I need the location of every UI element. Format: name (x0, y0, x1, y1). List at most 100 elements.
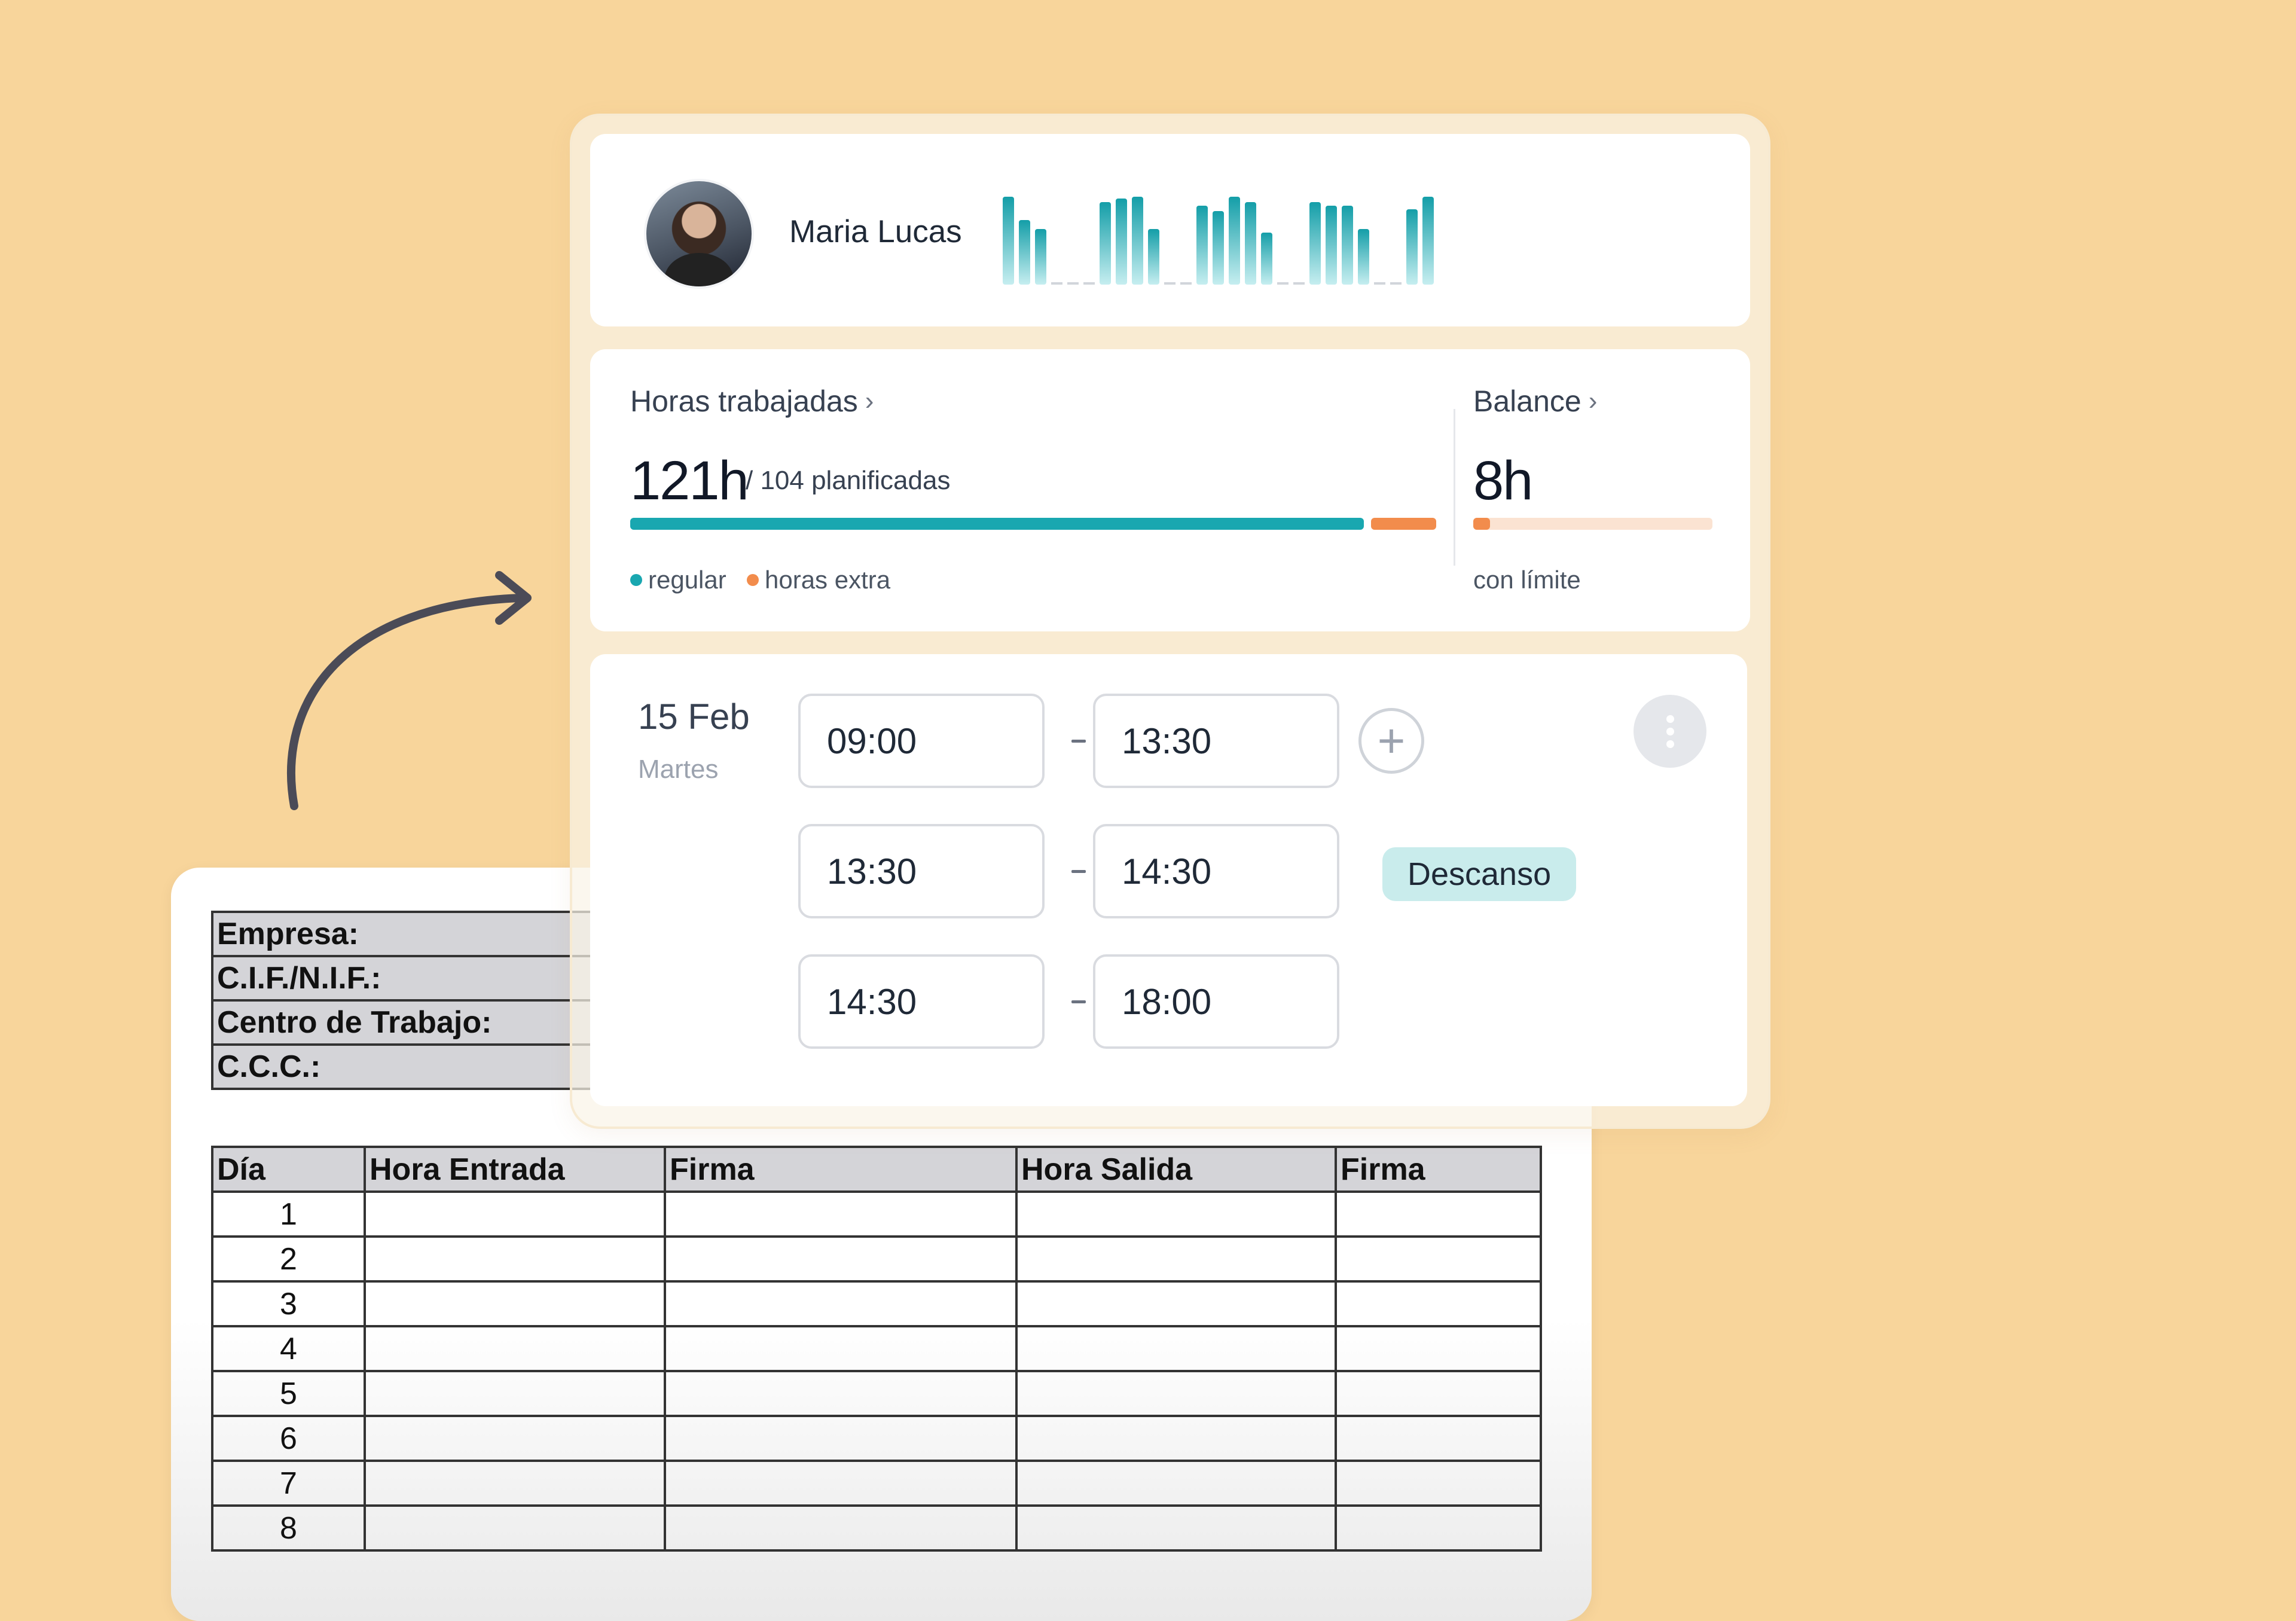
app-card: Maria Lucas Horas trabajadas › 121h / 10… (570, 114, 1770, 1129)
worked-hours-link[interactable]: Horas trabajadas › (630, 384, 874, 419)
sparkline-empty-day (1374, 282, 1385, 285)
table-row: 1 (211, 1190, 1542, 1238)
activity-sparkline (1003, 197, 1434, 285)
cell (1015, 1415, 1337, 1462)
cell (664, 1235, 1018, 1283)
sparkline-bar (1148, 229, 1159, 285)
sparkline-bar (1003, 197, 1014, 285)
table-row: 3 (211, 1280, 1542, 1327)
day-cell: 4 (211, 1325, 366, 1372)
day-cell: 7 (211, 1460, 366, 1507)
end-time-input[interactable]: 18:00 (1093, 954, 1339, 1049)
end-time-input[interactable]: 14:30 (1093, 824, 1339, 918)
table-row: 5 (211, 1370, 1542, 1417)
cell (664, 1415, 1018, 1462)
avatar[interactable] (644, 179, 754, 289)
day-cell: 2 (211, 1235, 366, 1283)
balance-value: 8h (1473, 450, 1533, 511)
employee-header: Maria Lucas (590, 134, 1750, 326)
worked-hours-label: Horas trabajadas (630, 384, 858, 418)
attendance-table: Día Hora Entrada Firma Hora Salida Firma… (211, 1146, 1542, 1552)
sparkline-empty-day (1180, 282, 1192, 285)
cell (364, 1325, 666, 1372)
cell (664, 1280, 1018, 1327)
sparkline-bar (1196, 206, 1208, 285)
column-header: Día (211, 1146, 366, 1193)
chevron-right-icon: › (1588, 386, 1598, 416)
curved-arrow-icon (287, 571, 532, 810)
cell (364, 1190, 666, 1238)
cell (1015, 1235, 1337, 1283)
start-time-input[interactable]: 09:00 (798, 694, 1045, 788)
sparkline-bar (1358, 229, 1369, 285)
worked-hours-value: 121h (630, 450, 749, 511)
cell (1015, 1190, 1337, 1238)
cell (1335, 1235, 1542, 1283)
cell (1015, 1460, 1337, 1507)
day-cell: 5 (211, 1370, 366, 1417)
cell (1015, 1325, 1337, 1372)
balance-fill (1473, 518, 1490, 530)
cell (664, 1190, 1018, 1238)
cell (364, 1460, 666, 1507)
day-cell: 6 (211, 1415, 366, 1462)
cell (1015, 1280, 1337, 1327)
planned-hours: / 104 planificadas (746, 466, 951, 495)
end-time-input[interactable]: 13:30 (1093, 694, 1339, 788)
cell (1335, 1415, 1542, 1462)
sparkline-bar (1406, 209, 1418, 285)
cell (1335, 1325, 1542, 1372)
legend-regular: regular (630, 566, 726, 594)
column-header: Hora Entrada (364, 1146, 666, 1193)
cell (1335, 1190, 1542, 1238)
cell (664, 1370, 1018, 1417)
sparkline-bar (1245, 202, 1256, 285)
table-row: 2 (211, 1235, 1542, 1283)
table-header-row: Día Hora Entrada Firma Hora Salida Firma (211, 1146, 1542, 1193)
sparkline-empty-day (1277, 282, 1289, 285)
legend-extra: horas extra (747, 566, 890, 594)
sparkline-empty-day (1390, 282, 1402, 285)
balance-label: Balance (1473, 384, 1581, 418)
sparkline-bar (1132, 197, 1143, 285)
start-time-input[interactable]: 13:30 (798, 824, 1045, 918)
sparkline-empty-day (1164, 282, 1176, 285)
extra-hours-bar (1371, 518, 1436, 530)
balance-note: con límite (1473, 566, 1581, 594)
column-header: Firma (664, 1146, 1018, 1193)
table-row: 7 (211, 1460, 1542, 1507)
table-row: 4 (211, 1325, 1542, 1372)
cell (364, 1370, 666, 1417)
regular-hours-bar (630, 518, 1364, 530)
hours-summary: Horas trabajadas › 121h / 104 planificad… (590, 349, 1750, 631)
balance-track (1473, 518, 1712, 530)
more-vertical-icon[interactable] (1634, 695, 1706, 768)
sparkline-empty-day (1051, 282, 1062, 285)
cell (364, 1235, 666, 1283)
employee-name[interactable]: Maria Lucas (789, 213, 962, 250)
range-dash (1071, 1000, 1086, 1003)
plus-icon[interactable]: + (1358, 708, 1424, 774)
cell (364, 1280, 666, 1327)
cell (364, 1504, 666, 1552)
sparkline-bar (1116, 199, 1127, 285)
day-schedule: 15 Feb Martes 09:00 13:30 + 13:30 14:30 … (590, 654, 1747, 1106)
day-cell: 1 (211, 1190, 366, 1238)
cell (1015, 1504, 1337, 1552)
range-dash (1071, 870, 1086, 873)
cell (1015, 1370, 1337, 1417)
cell (364, 1415, 666, 1462)
sparkline-bar (1019, 220, 1030, 285)
day-cell: 3 (211, 1280, 366, 1327)
sparkline-bar (1326, 206, 1337, 285)
sparkline-empty-day (1067, 282, 1079, 285)
cell (664, 1325, 1018, 1372)
break-badge[interactable]: Descanso (1382, 847, 1577, 901)
balance-link[interactable]: Balance › (1473, 384, 1597, 419)
sparkline-bar (1213, 211, 1224, 285)
divider (1454, 409, 1455, 566)
column-header: Firma (1335, 1146, 1542, 1193)
start-time-input[interactable]: 14:30 (798, 954, 1045, 1049)
schedule-date: 15 Feb (638, 697, 750, 737)
cell (1335, 1280, 1542, 1327)
